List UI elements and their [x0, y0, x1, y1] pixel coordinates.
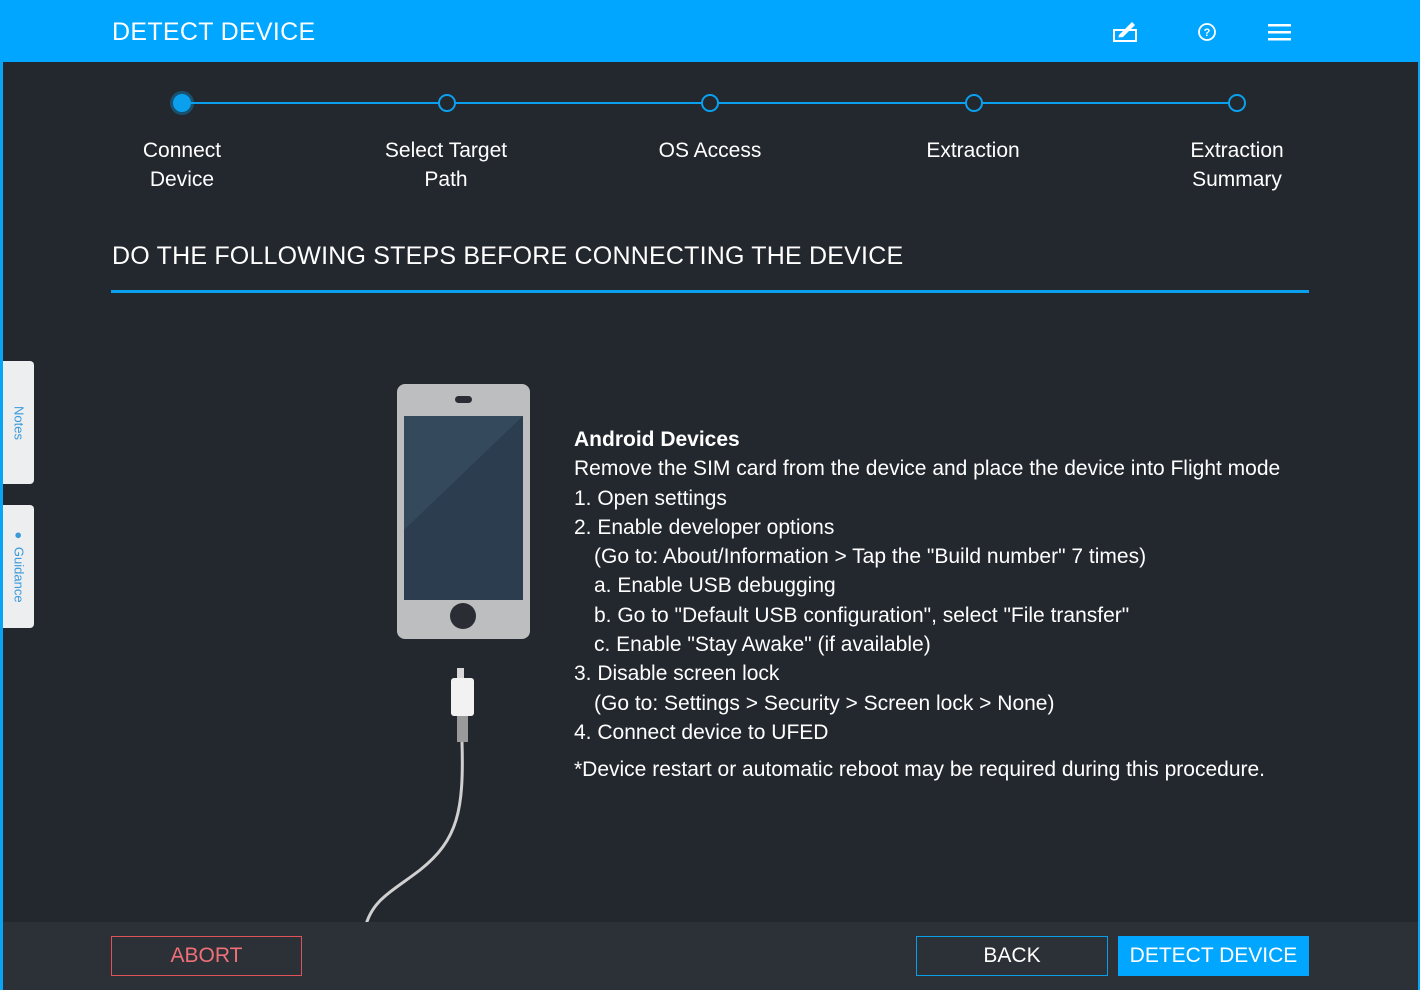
active-dot-icon: ●: [11, 530, 26, 539]
step-dot-extraction-summary: [1228, 94, 1246, 112]
step-label-select-target-path: Select Target Path: [346, 136, 546, 194]
section-title: DO THE FOLLOWING STEPS BEFORE CONNECTING…: [112, 242, 904, 270]
detect-device-button[interactable]: DETECT DEVICE: [1118, 936, 1309, 976]
help-icon[interactable]: ?: [1195, 20, 1221, 46]
step-label-line: OS Access: [658, 139, 762, 162]
step-label-line: Connect: [142, 139, 222, 162]
svg-text:?: ?: [1204, 27, 1211, 39]
notes-tab-label: Notes: [11, 405, 26, 440]
section-divider: [111, 290, 1309, 293]
instruction-step: 1. Open settings: [574, 486, 727, 510]
report-icon[interactable]: [1112, 18, 1138, 44]
step-label-line: Path: [424, 168, 468, 191]
menu-icon[interactable]: [1267, 20, 1293, 46]
smartphone-icon: [397, 384, 530, 639]
instruction-detail: (Go to: Settings > Security > Screen loc…: [594, 691, 1055, 715]
instruction-substep: a. Enable USB debugging: [594, 574, 836, 598]
step-label-line: Extraction: [926, 139, 1020, 162]
page-title: DETECT DEVICE: [112, 18, 316, 46]
step-dot-os-access: [701, 94, 719, 112]
instruction-step: 2. Enable developer options: [574, 515, 835, 539]
step-label-extraction: Extraction: [873, 136, 1073, 165]
step-label-line: Device: [149, 168, 215, 191]
back-button[interactable]: BACK: [916, 936, 1108, 976]
guidance-tab-text: Guidance: [11, 546, 26, 603]
instruction-substep: c. Enable "Stay Awake" (if available): [594, 633, 931, 657]
step-dot-extraction: [965, 94, 983, 112]
instruction-substep: b. Go to "Default USB configuration", se…: [594, 603, 1130, 627]
guidance-tab-label: ● Guidance: [11, 531, 26, 602]
abort-button[interactable]: ABORT: [111, 936, 302, 976]
instructions-intro: Remove the SIM card from the device and …: [574, 457, 1281, 481]
instruction-detail: (Go to: About/Information > Tap the "Bui…: [594, 545, 1147, 569]
instructions-panel: Android Devices Remove the SIM card from…: [574, 425, 1334, 785]
step-label-line: Extraction: [1190, 139, 1284, 162]
step-label-connect-device: Connect Device: [82, 136, 282, 194]
step-label-line: Summary: [1192, 168, 1282, 191]
instruction-step: 3. Disable screen lock: [574, 662, 780, 686]
usb-cable-icon: [363, 668, 474, 928]
step-dot-select-target-path: [438, 94, 456, 112]
step-label-extraction-summary: Extraction Summary: [1137, 136, 1337, 194]
guidance-tab[interactable]: ● Guidance: [3, 505, 34, 628]
header-bar: DETECT DEVICE ?: [0, 0, 1420, 62]
phone-illustration: [363, 384, 530, 928]
instructions-heading: Android Devices: [574, 428, 740, 451]
instruction-step: 4. Connect device to UFED: [574, 720, 829, 744]
step-dot-connect-device: [173, 94, 191, 112]
step-label-line: Select Target: [384, 139, 508, 162]
notes-tab[interactable]: Notes: [3, 361, 34, 484]
step-label-os-access: OS Access: [610, 136, 810, 165]
instructions-note: *Device restart or automatic reboot may …: [574, 758, 1266, 782]
